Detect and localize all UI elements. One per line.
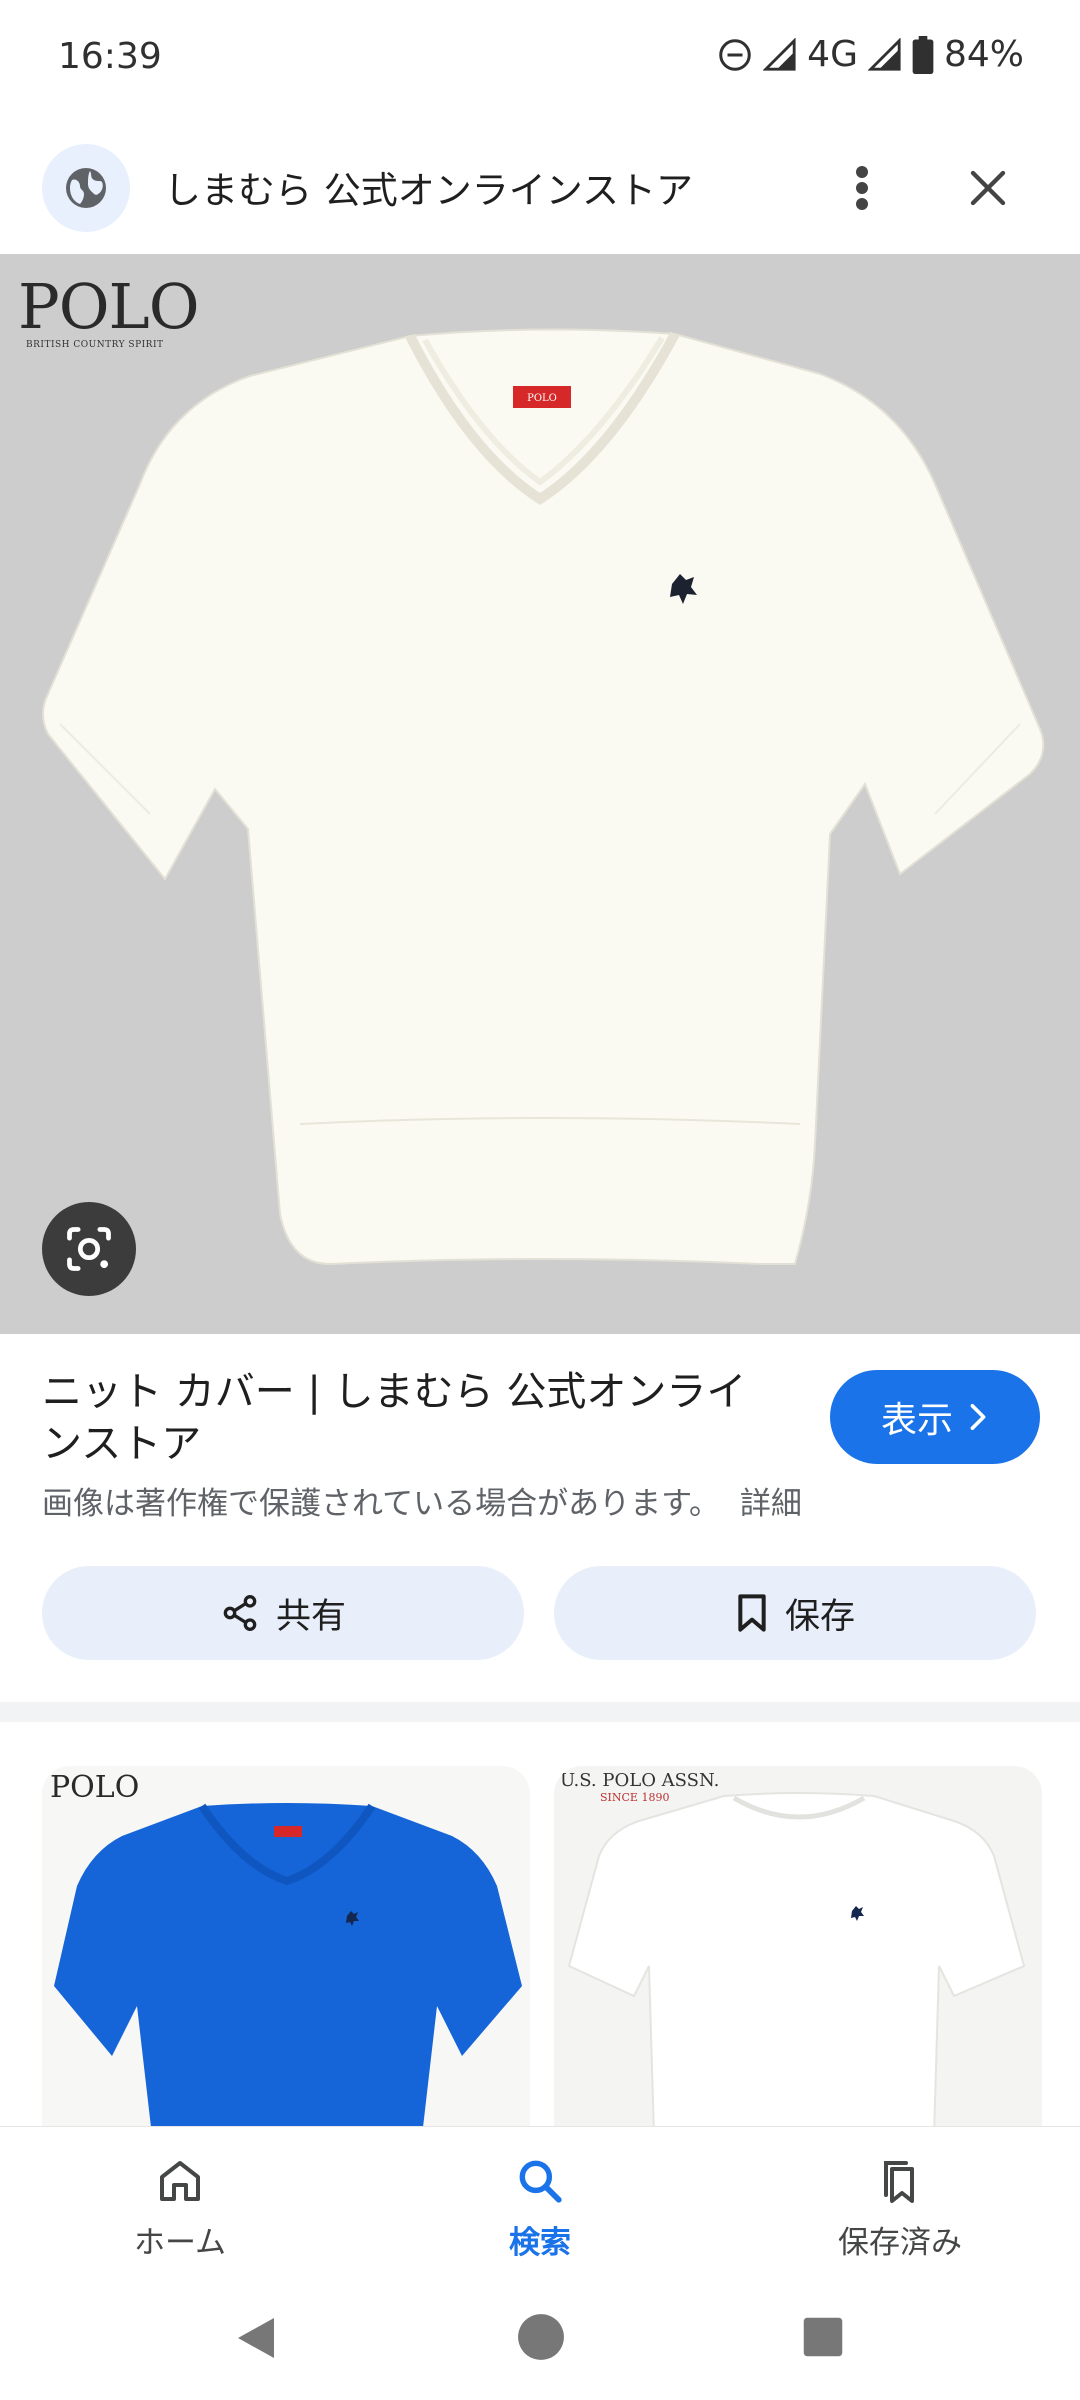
network-type: 4G [807,34,858,75]
product-image[interactable]: POLO BRITISH COUNTRY SPIRIT POLO [0,254,1080,1334]
recents-icon [803,2317,843,2357]
system-navigation [0,2276,1080,2400]
back-icon [238,2318,274,2358]
result-title[interactable]: ニット カバー | しまむら 公式オンラインストア [42,1366,782,1470]
status-bar: 16:39 4G 84% [0,0,1080,118]
share-label: 共有 [275,1596,346,1637]
do-not-disturb-icon [719,38,751,71]
bottom-navigation: ホーム 検索 保存済み [0,2126,1080,2277]
signal-icon [763,37,796,71]
nav-search-label: 検索 [509,2225,571,2261]
search-icon [519,2160,562,2203]
home-icon [160,2161,200,2201]
nav-home[interactable]: ホーム [60,2151,300,2262]
share-button[interactable]: 共有 [42,1566,524,1660]
back-button[interactable] [234,2314,278,2366]
status-time: 16:39 [58,36,162,77]
recents-button[interactable] [802,2316,844,2362]
related-image-2[interactable]: U.S. POLO ASSN. SINCE 1890 [554,1766,1042,2136]
view-button-label: 表示 [880,1400,953,1441]
chevron-right-icon [970,1403,986,1431]
saved-icon [884,2161,914,2203]
close-button[interactable] [956,156,1020,220]
close-icon [970,170,1006,206]
site-title: しまむら 公式オンラインストア [164,169,694,212]
lens-icon [67,1227,111,1271]
signal-icon-2 [867,37,901,71]
save-label: 保存 [784,1596,855,1637]
share-icon [223,1595,257,1632]
bookmark-icon [738,1594,766,1632]
section-divider [0,1702,1080,1722]
google-lens-button[interactable] [42,1202,136,1296]
home-system-button[interactable] [516,2312,566,2366]
circle-home-icon [518,2314,564,2360]
save-button[interactable]: 保存 [554,1566,1036,1660]
related-image-1[interactable]: POLO [42,1766,530,2136]
blue-sweater-illustration [54,1803,522,2136]
browser-header: しまむら 公式オンラインストア [0,118,1080,254]
knit-sweater-illustration: POLO [42,328,1045,1266]
status-icons: 4G 84% [717,34,1024,75]
details-link[interactable]: 詳細 [740,1486,802,1522]
battery-icon [912,35,934,74]
svg-text:POLO: POLO [527,393,557,404]
globe-icon [66,168,106,208]
nav-saved[interactable]: 保存済み [780,2151,1020,2262]
nav-home-label: ホーム [133,2225,227,2261]
white-tshirt-illustration [567,1792,1026,2136]
more-vert-icon [856,166,868,210]
view-button[interactable]: 表示 [830,1370,1040,1464]
more-options-button[interactable] [832,158,892,218]
copyright-notice: 画像は著作権で保護されている場合があります。 詳細 [42,1486,802,1522]
nav-search[interactable]: 検索 [420,2151,660,2262]
nav-saved-label: 保存済み [838,2225,962,2261]
site-info-button[interactable] [42,144,130,232]
battery-level: 84% [943,34,1024,75]
